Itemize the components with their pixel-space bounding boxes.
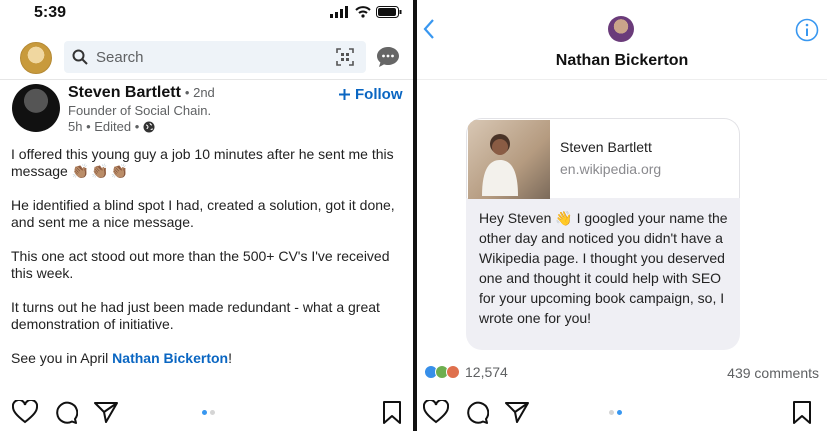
contact-name[interactable]: Nathan Bickerton xyxy=(417,52,827,70)
post-text: See you in April xyxy=(11,350,113,366)
comments-count[interactable]: 439 comments xyxy=(727,365,819,381)
bookmark-icon[interactable] xyxy=(792,401,812,425)
contact-avatar[interactable] xyxy=(608,16,634,42)
post-paragraph: I offered this young guy a job 10 minute… xyxy=(11,146,407,180)
profile-avatar[interactable] xyxy=(20,42,52,74)
post-body: I offered this young guy a job 10 minute… xyxy=(11,146,407,384)
status-icons xyxy=(330,6,402,18)
reaction-summary[interactable]: 12,574 xyxy=(424,364,508,380)
carousel-dots xyxy=(202,410,215,415)
status-time: 5:39 xyxy=(34,4,67,21)
globe-icon xyxy=(143,121,155,132)
search-icon xyxy=(72,49,88,65)
author-row: Steven Bartlett • 2nd xyxy=(68,84,215,102)
bookmark-icon[interactable] xyxy=(382,401,402,425)
post-paragraph: He identified a blind spot I had, create… xyxy=(11,197,395,230)
search-bar[interactable]: Search xyxy=(64,41,366,73)
carousel-dot xyxy=(617,410,622,415)
heart-icon[interactable] xyxy=(12,400,38,424)
carousel-dot xyxy=(609,410,614,415)
follow-label: Follow xyxy=(355,86,403,103)
wifi-icon xyxy=(355,6,371,18)
post-text: ! xyxy=(228,350,232,366)
post-paragraph: See you in April Nathan Bickerton! xyxy=(11,350,407,367)
info-icon[interactable] xyxy=(795,18,819,42)
instagram-pane: Nathan Bickerton Steven Bartlett en.wiki… xyxy=(417,0,827,431)
author-headline: Founder of Social Chain. xyxy=(68,103,212,118)
share-icon[interactable] xyxy=(94,401,118,423)
post-text: I offered this young guy a job 10 minute… xyxy=(11,146,394,179)
carousel-dot xyxy=(202,410,207,415)
share-icon[interactable] xyxy=(505,401,529,423)
signal-icon xyxy=(330,6,348,18)
link-thumbnail xyxy=(468,120,550,199)
follow-button[interactable]: Follow xyxy=(338,86,403,103)
heart-icon[interactable] xyxy=(423,400,449,424)
post-meta: 5h • Edited • xyxy=(68,119,155,134)
messaging-icon[interactable] xyxy=(376,46,400,68)
carousel-dot xyxy=(210,410,215,415)
post-timestamp: 5h • Edited • xyxy=(68,119,140,134)
comment-icon[interactable] xyxy=(54,400,78,424)
reaction-count: 12,574 xyxy=(465,364,508,380)
search-input[interactable]: Search xyxy=(96,49,144,66)
message-text: Hey Steven 👋 I googled your name the oth… xyxy=(479,210,728,326)
mention-link[interactable]: Nathan Bickerton xyxy=(112,350,228,366)
message-bubble: Steven Bartlett en.wikipedia.org Hey Ste… xyxy=(466,118,740,350)
author-avatar[interactable] xyxy=(12,84,60,132)
qr-code-icon[interactable] xyxy=(336,48,354,66)
link-domain: en.wikipedia.org xyxy=(560,161,662,177)
carousel-dots xyxy=(609,410,622,415)
action-bar xyxy=(423,400,529,424)
link-title: Steven Bartlett xyxy=(560,139,652,155)
link-preview[interactable]: Steven Bartlett en.wikipedia.org xyxy=(466,118,740,199)
post-paragraph: This one act stood out more than the 500… xyxy=(11,248,390,281)
action-bar xyxy=(12,400,118,424)
post-paragraph: It turns out he had just been made redun… xyxy=(11,299,380,332)
header-divider xyxy=(0,79,414,80)
love-reaction-icon xyxy=(446,365,460,379)
linkedin-pane: 5:39 Search Steven Bartlett • 2nd Founde… xyxy=(0,0,414,431)
header-divider xyxy=(417,79,827,80)
clap-emoji: 👏🏽👏🏽👏🏽 xyxy=(71,163,130,179)
connection-degree: • 2nd xyxy=(184,85,215,100)
battery-icon xyxy=(376,6,402,18)
person-image xyxy=(482,134,518,196)
author-name[interactable]: Steven Bartlett xyxy=(68,84,181,102)
back-chevron-icon[interactable] xyxy=(422,18,436,40)
comment-icon[interactable] xyxy=(465,400,489,424)
plus-icon xyxy=(339,89,350,100)
